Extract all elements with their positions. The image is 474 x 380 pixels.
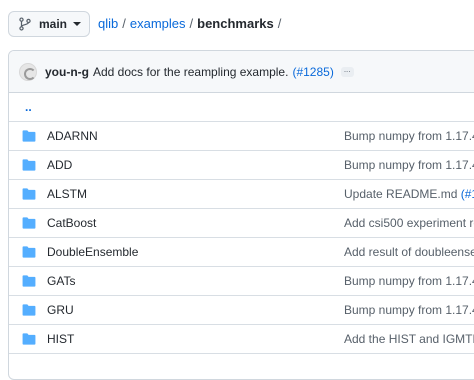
- file-commit-text: Update README.md: [344, 187, 461, 201]
- folder-icon: [22, 217, 36, 229]
- file-name-link[interactable]: CatBoost: [47, 216, 96, 230]
- file-commit-text: Add result of doubleensem: [344, 245, 474, 259]
- breadcrumb-separator: /: [277, 16, 282, 31]
- avatar[interactable]: [19, 62, 37, 81]
- folder-icon: [22, 275, 36, 287]
- commit-message-link[interactable]: Add docs for the reampling example.: [93, 65, 288, 79]
- file-commit-message[interactable]: Add the HIST and IGMTF m: [344, 332, 474, 346]
- repo-header: main qlib / examples / benchmarks /: [0, 0, 474, 48]
- file-row[interactable]: ADD Bump numpy from 1.17.4 t: [9, 151, 474, 180]
- file-commit-message[interactable]: Add csi500 experiment rese: [344, 216, 474, 230]
- folder-icon: [22, 130, 36, 142]
- file-commit-message[interactable]: Bump numpy from 1.17.4 t: [344, 303, 474, 317]
- file-row[interactable]: CatBoost Add csi500 experiment rese: [9, 209, 474, 238]
- file-name-link[interactable]: GRU: [47, 303, 74, 317]
- folder-icon: [22, 333, 36, 345]
- latest-commit-bar: you-n-g Add docs for the reampling examp…: [9, 51, 474, 93]
- file-row[interactable]: ALSTM Update README.md (#109: [9, 180, 474, 209]
- breadcrumb-separator: /: [189, 16, 194, 31]
- file-commit-pr-link[interactable]: (#109: [461, 187, 474, 201]
- file-name-link[interactable]: HIST: [47, 332, 74, 346]
- breadcrumb-current: benchmarks: [197, 16, 274, 31]
- file-commit-message[interactable]: Bump numpy from 1.17.4 t: [344, 158, 474, 172]
- folder-icon: [22, 159, 36, 171]
- file-row[interactable]: GATs Bump numpy from 1.17.4 t: [9, 267, 474, 296]
- file-name-link[interactable]: ALSTM: [47, 187, 87, 201]
- caret-down-icon: [73, 22, 82, 26]
- breadcrumb: qlib / examples / benchmarks /: [98, 16, 285, 31]
- file-commit-message[interactable]: Add result of doubleensem: [344, 245, 474, 259]
- breadcrumb-repo-link[interactable]: qlib: [98, 16, 118, 31]
- file-commit-text: Add the HIST and IGMTF m: [344, 332, 474, 346]
- file-row[interactable]: HIST Add the HIST and IGMTF m: [9, 325, 474, 354]
- commit-pr-link[interactable]: (#1285): [292, 65, 333, 79]
- commit-author-link[interactable]: you-n-g: [45, 65, 89, 79]
- breadcrumb-separator: /: [122, 16, 126, 31]
- file-name-link[interactable]: ADD: [47, 158, 72, 172]
- parent-directory-row[interactable]: ..: [9, 93, 474, 122]
- file-row[interactable]: GRU Bump numpy from 1.17.4 t: [9, 296, 474, 325]
- file-commit-text: Bump numpy from 1.17.4 t: [344, 303, 474, 317]
- file-commit-message[interactable]: Bump numpy from 1.17.4 t: [344, 274, 474, 288]
- parent-directory-link[interactable]: ..: [25, 100, 32, 114]
- breadcrumb-folder-link[interactable]: examples: [130, 16, 186, 31]
- folder-icon: [22, 188, 36, 200]
- commit-expand-button[interactable]: ...: [340, 65, 354, 77]
- file-commit-message[interactable]: Update README.md (#109: [344, 187, 474, 201]
- file-commit-text: Add csi500 experiment rese: [344, 216, 474, 230]
- git-branch-icon: [19, 17, 31, 31]
- file-browser: you-n-g Add docs for the reampling examp…: [8, 50, 474, 380]
- folder-icon: [22, 304, 36, 316]
- branch-name: main: [39, 17, 68, 31]
- folder-icon: [22, 246, 36, 258]
- file-commit-text: Bump numpy from 1.17.4 t: [344, 274, 474, 288]
- file-name-link[interactable]: GATs: [47, 274, 75, 288]
- file-commit-message[interactable]: Bump numpy from 1.17.4 t: [344, 129, 474, 143]
- file-commit-text: Bump numpy from 1.17.4 t: [344, 129, 474, 143]
- file-name-link[interactable]: ADARNN: [47, 129, 98, 143]
- branch-selector-button[interactable]: main: [8, 11, 90, 37]
- file-commit-text: Bump numpy from 1.17.4 t: [344, 158, 474, 172]
- file-name-link[interactable]: DoubleEnsemble: [47, 245, 138, 259]
- file-row[interactable]: ADARNN Bump numpy from 1.17.4 t: [9, 122, 474, 151]
- file-list: ADARNN Bump numpy from 1.17.4 t ADD Bump…: [9, 122, 474, 354]
- file-row[interactable]: DoubleEnsemble Add result of doubleensem: [9, 238, 474, 267]
